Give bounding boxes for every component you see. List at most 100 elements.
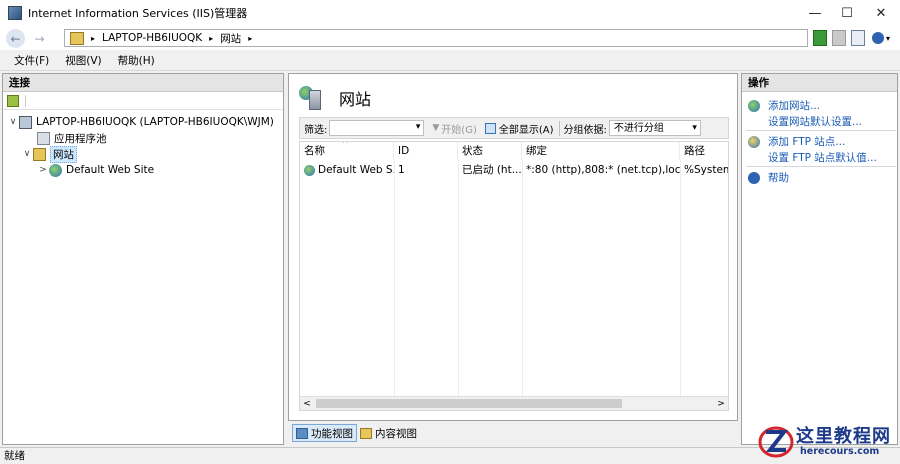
action-add-site[interactable]: 添加网站... xyxy=(748,98,820,113)
connections-panel: 连接 ∨ LAPTOP-HB6IUOQK (LAPTOP-HB6IUOQK\WJ… xyxy=(2,73,284,445)
server-home-icon xyxy=(70,31,84,45)
page-title: 网站 xyxy=(339,90,372,109)
sites-table: 名称 ID 状态 绑定 路径 ^ Default Web S... 1 已启动 … xyxy=(299,141,729,411)
column-divider xyxy=(522,160,523,396)
menu-view[interactable]: 视图(V) xyxy=(57,53,109,68)
show-all-button[interactable]: 全部显示(A) xyxy=(484,121,554,136)
globe-icon xyxy=(304,164,315,176)
breadcrumb-separator-icon: ▸ xyxy=(91,33,96,43)
watermark-logo: 这里教程网 herecours.com xyxy=(752,418,900,464)
cell-id: 1 xyxy=(398,164,405,176)
column-divider xyxy=(458,160,459,396)
show-all-icon xyxy=(484,122,496,134)
features-view-icon xyxy=(296,427,308,439)
help-icon xyxy=(871,32,884,44)
watermark-text: 这里教程网 xyxy=(796,426,891,447)
group-by-select[interactable]: 不进行分组 xyxy=(608,120,701,136)
watermark-url: herecours.com xyxy=(800,446,880,457)
tree-node-default-web-site[interactable]: > Default Web Site xyxy=(37,162,154,178)
filter-input[interactable] xyxy=(329,120,425,136)
app-pool-icon xyxy=(37,131,50,145)
tree-node-sites[interactable]: ∨ 网站 xyxy=(21,145,77,163)
help-icon xyxy=(748,171,760,184)
tab-label: 内容视图 xyxy=(375,427,417,440)
minimize-button[interactable]: — xyxy=(798,0,832,26)
breadcrumb-server[interactable]: LAPTOP-HB6IUOQK xyxy=(102,32,202,44)
tree-node-label: 应用程序池 xyxy=(54,132,107,145)
column-header-id[interactable]: ID xyxy=(394,142,458,160)
connect-icon[interactable] xyxy=(7,94,19,107)
home-icon[interactable] xyxy=(851,30,865,46)
connections-toolbar xyxy=(3,92,283,110)
refresh-icon[interactable] xyxy=(813,30,827,46)
menu-help[interactable]: 帮助(H) xyxy=(110,53,163,68)
breadcrumb-sites[interactable]: 网站 xyxy=(220,31,241,46)
tree-node-label: LAPTOP-HB6IUOQK (LAPTOP-HB6IUOQK\WJM) xyxy=(36,116,274,128)
tree-node-label: 网站 xyxy=(50,145,77,163)
cell-status: 已启动 (ht... xyxy=(462,164,522,176)
tree-node-app-pools[interactable]: 应用程序池 xyxy=(37,130,107,146)
sort-arrow-icon: ^ xyxy=(342,141,349,148)
expand-toggle-icon[interactable]: > xyxy=(37,165,49,175)
actions-panel: 操作 添加网站... 设置网站默认设置... 添加 FTP 站点... 设置 F… xyxy=(741,73,898,445)
ftp-add-icon xyxy=(748,135,760,148)
scroll-right-icon[interactable]: > xyxy=(714,397,728,410)
iis-app-icon xyxy=(8,6,22,20)
expand-toggle-icon[interactable]: ∨ xyxy=(7,117,19,127)
stop-icon[interactable] xyxy=(832,30,846,46)
action-ftp-defaults[interactable]: 设置 FTP 站点默认值... xyxy=(768,150,877,165)
filter-bar: 筛选: ▼ 开始(G) 全部显示(A) 分组依据: 不进行分组 xyxy=(299,117,729,139)
scroll-thumb[interactable] xyxy=(316,399,622,408)
title-bar: Internet Information Services (IIS)管理器 xyxy=(0,0,900,26)
funnel-icon: ▼ xyxy=(432,123,440,133)
column-divider xyxy=(394,160,395,396)
actions-header: 操作 xyxy=(742,74,897,92)
content-view-icon xyxy=(360,427,372,439)
tab-label: 功能视图 xyxy=(311,427,353,440)
filter-label: 筛选: xyxy=(304,124,328,136)
forward-button[interactable]: → xyxy=(30,29,49,48)
cell-path: %System xyxy=(684,164,729,176)
column-divider xyxy=(680,160,681,396)
action-divider xyxy=(746,166,896,167)
menu-file[interactable]: 文件(F) xyxy=(6,53,57,68)
cell-binding: *:80 (http),808:* (net.tcp),localh... xyxy=(526,164,680,176)
sites-folder-icon xyxy=(33,147,46,161)
expand-toggle-icon[interactable]: ∨ xyxy=(21,149,33,159)
view-tabs: 功能视图 内容视图 xyxy=(292,424,420,442)
column-header-path[interactable]: 路径 xyxy=(680,142,728,160)
maximize-button[interactable]: ☐ xyxy=(830,0,864,26)
sites-panel: 网站 筛选: ▼ 开始(G) 全部显示(A) 分组依据: 不进行分组 名称 ID… xyxy=(288,73,738,421)
breadcrumb-separator-icon: ▸ xyxy=(248,33,253,43)
menu-bar: 文件(F) 视图(V) 帮助(H) xyxy=(0,50,900,71)
tree-node-label: Default Web Site xyxy=(66,164,155,176)
tab-content-view[interactable]: 内容视图 xyxy=(357,424,420,442)
globe-add-icon xyxy=(748,99,760,112)
horizontal-scrollbar[interactable]: < > xyxy=(300,396,728,410)
help-dropdown-button[interactable]: ▾ xyxy=(870,30,892,46)
tab-features-view[interactable]: 功能视图 xyxy=(292,424,357,442)
globe-icon xyxy=(49,163,62,177)
column-header-binding[interactable]: 绑定 xyxy=(522,142,680,160)
toolbar-divider xyxy=(25,94,26,107)
sites-page-icon xyxy=(299,84,323,110)
start-filter-label: 开始(G) xyxy=(441,124,477,136)
watermark-emblem-icon xyxy=(758,426,794,458)
close-button[interactable]: ✕ xyxy=(864,0,898,26)
column-header-status[interactable]: 状态 xyxy=(458,142,522,160)
action-add-ftp[interactable]: 添加 FTP 站点... xyxy=(748,134,845,149)
show-all-label: 全部显示(A) xyxy=(498,124,554,136)
breadcrumb-separator-icon: ▸ xyxy=(209,33,214,43)
chevron-down-icon: ▾ xyxy=(885,33,890,43)
group-by-label: 分组依据: xyxy=(558,120,607,136)
action-divider xyxy=(746,130,896,131)
address-bar[interactable]: ▸ LAPTOP-HB6IUOQK ▸ 网站 ▸ xyxy=(64,29,808,47)
back-button[interactable]: ← xyxy=(6,29,25,48)
address-row: ← → ▸ LAPTOP-HB6IUOQK ▸ 网站 ▸ ▾ xyxy=(0,26,900,50)
connections-header: 连接 xyxy=(3,74,283,92)
scroll-left-icon[interactable]: < xyxy=(300,397,314,410)
start-filter-button[interactable]: ▼ 开始(G) xyxy=(432,121,476,136)
action-site-defaults[interactable]: 设置网站默认设置... xyxy=(768,114,862,129)
action-help[interactable]: 帮助 xyxy=(748,170,789,185)
tree-node-server[interactable]: ∨ LAPTOP-HB6IUOQK (LAPTOP-HB6IUOQK\WJM) xyxy=(7,114,274,130)
